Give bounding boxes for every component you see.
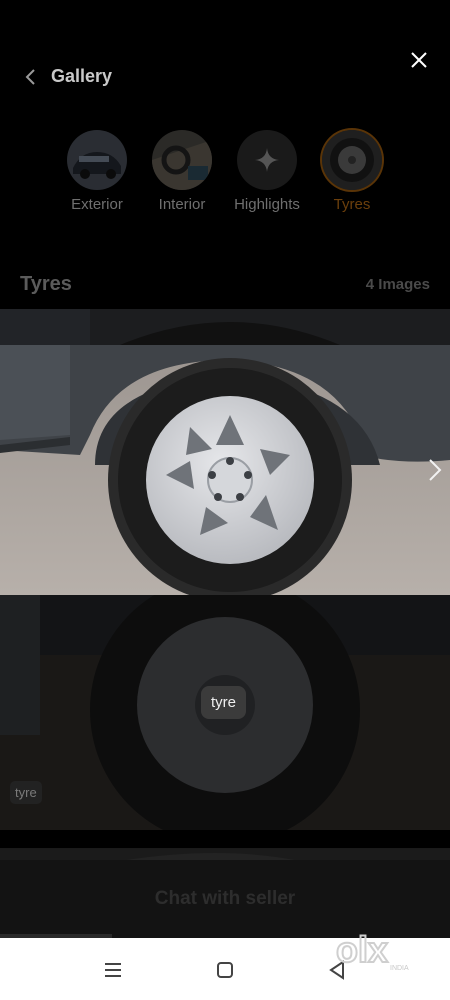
photo-top-edge [0, 309, 450, 345]
image-count: 4 Images [365, 276, 430, 293]
interior-thumbnail [152, 130, 212, 190]
category-interior[interactable]: Interior [137, 130, 227, 213]
sparkle-icon [255, 148, 279, 172]
category-exterior[interactable]: Exterior [52, 130, 142, 213]
chat-with-seller-button[interactable]: Chat with seller [0, 888, 450, 910]
category-label: Interior [158, 196, 206, 213]
back-arrow-icon[interactable] [22, 66, 40, 88]
tyre-photo[interactable] [0, 345, 450, 595]
exterior-thumbnail [67, 130, 127, 190]
recent-apps-icon[interactable] [101, 958, 125, 982]
category-label: Highlights [234, 196, 300, 213]
svg-text:INDIA: INDIA [390, 965, 409, 972]
close-icon[interactable] [408, 49, 430, 71]
category-tyres[interactable]: Tyres [307, 130, 397, 213]
highlights-thumbnail [237, 130, 297, 190]
tyres-thumbnail [322, 130, 382, 190]
page-title: Gallery [51, 66, 113, 86]
image-tag: tyre [201, 686, 247, 719]
svg-text:olx: olx [336, 929, 388, 970]
category-label: Tyres [333, 196, 371, 213]
home-icon[interactable] [213, 958, 237, 982]
image-tag-small: tyre [10, 781, 42, 804]
next-image-icon[interactable] [425, 455, 445, 485]
category-highlights[interactable]: Highlights [222, 130, 312, 213]
category-label: Exterior [71, 196, 123, 213]
next-photo-edge [0, 848, 450, 860]
section-title: Tyres [20, 273, 72, 295]
olx-logo: olx INDIA [334, 928, 424, 972]
